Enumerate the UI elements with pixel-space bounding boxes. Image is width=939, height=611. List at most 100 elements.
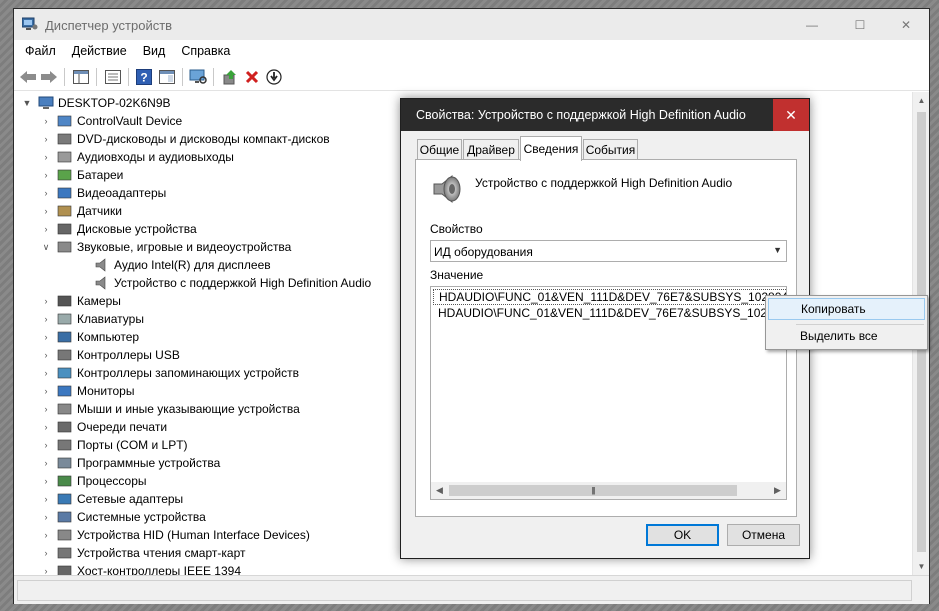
maximize-button[interactable]: ☐: [837, 9, 883, 40]
tab-driver[interactable]: Драйвер: [463, 139, 519, 160]
tree-item[interactable]: › Очереди печати: [41, 418, 168, 436]
expand-icon[interactable]: ›: [41, 458, 51, 468]
expand-icon[interactable]: ›: [41, 440, 51, 450]
dialog-title-bar[interactable]: Свойства: Устройство с поддержкой High D…: [401, 99, 809, 131]
tab-events[interactable]: События: [583, 139, 638, 160]
expand-icon[interactable]: ›: [41, 170, 51, 180]
storage-controller-icon: [57, 367, 72, 379]
scan-hardware-button[interactable]: [188, 67, 208, 87]
list-item[interactable]: HDAUDIO\FUNC_01&VEN_111D&DEV_76E7&SUBSYS…: [433, 289, 786, 305]
title-bar[interactable]: Диспетчер устройств — ☐ ✕: [14, 9, 929, 40]
mouse-icon: [57, 403, 72, 415]
copy-menu-item[interactable]: Копировать: [768, 298, 925, 320]
tree-item[interactable]: › Батареи: [41, 166, 124, 184]
expand-icon[interactable]: ›: [41, 386, 51, 396]
value-listbox[interactable]: HDAUDIO\FUNC_01&VEN_111D&DEV_76E7&SUBSYS…: [430, 286, 787, 500]
tree-child-item[interactable]: Устройство с поддержкой High Definition …: [94, 274, 371, 292]
expand-icon[interactable]: ›: [41, 476, 51, 486]
disable-device-button[interactable]: [264, 67, 284, 87]
scroll-down-icon[interactable]: ▼: [913, 558, 930, 575]
forward-button[interactable]: [39, 67, 59, 87]
usb-icon: [57, 349, 72, 361]
status-bar: [14, 575, 929, 604]
tree-item[interactable]: › ControlVault Device: [41, 112, 183, 130]
red-x-icon: [245, 70, 259, 84]
expand-icon[interactable]: ›: [41, 224, 51, 234]
scroll-right-icon[interactable]: ▶: [769, 482, 786, 499]
tree-item[interactable]: › Компьютер: [41, 328, 140, 346]
scroll-thumb[interactable]: |||: [449, 485, 737, 496]
tree-item[interactable]: › Камеры: [41, 292, 121, 310]
expand-icon[interactable]: ›: [41, 188, 51, 198]
expand-icon[interactable]: ›: [41, 206, 51, 216]
network-adapter-icon: [57, 493, 72, 505]
expand-icon[interactable]: ›: [41, 314, 51, 324]
tree-item[interactable]: ∨ Звуковые, игровые и видеоустройства: [41, 238, 292, 256]
close-window-button[interactable]: ✕: [883, 9, 929, 40]
menu-help[interactable]: Справка: [173, 44, 238, 58]
expand-icon[interactable]: ›: [41, 152, 51, 162]
expand-icon[interactable]: ›: [41, 296, 51, 306]
expand-icon[interactable]: ›: [41, 548, 51, 558]
show-hide-console-tree-button[interactable]: [71, 67, 91, 87]
scroll-up-icon[interactable]: ▲: [913, 92, 930, 109]
uninstall-device-button[interactable]: [242, 67, 262, 87]
scroll-left-icon[interactable]: ◀: [431, 482, 448, 499]
tree-child-item[interactable]: Аудио Intel(R) для дисплеев: [94, 256, 271, 274]
tree-item-label: Очереди печати: [77, 420, 168, 434]
tab-general[interactable]: Общие: [417, 139, 462, 160]
tree-item[interactable]: › Устройства чтения смарт-карт: [41, 544, 246, 562]
menu-view[interactable]: Вид: [135, 44, 174, 58]
tree-item[interactable]: › Клавиатуры: [41, 310, 144, 328]
monitor-icon: [57, 385, 72, 397]
tree-item[interactable]: › Сетевые адаптеры: [41, 490, 184, 508]
expand-icon[interactable]: ›: [41, 134, 51, 144]
list-item[interactable]: HDAUDIO\FUNC_01&VEN_111D&DEV_76E7&SUBSYS…: [433, 306, 786, 322]
menu-action[interactable]: Действие: [64, 44, 135, 58]
minimize-button[interactable]: —: [789, 9, 835, 40]
select-all-menu-item[interactable]: Выделить все: [768, 325, 925, 347]
tab-details[interactable]: Сведения: [520, 136, 582, 161]
expand-icon[interactable]: ›: [41, 368, 51, 378]
tree-item[interactable]: › Порты (COM и LPT): [41, 436, 188, 454]
tree-item[interactable]: › Мыши и иные указывающие устройства: [41, 400, 300, 418]
ok-button[interactable]: OK: [646, 524, 719, 546]
tree-root[interactable]: ▼ DESKTOP-02K6N9B: [22, 94, 171, 112]
expand-icon[interactable]: ›: [41, 404, 51, 414]
computer-icon: [57, 331, 72, 343]
tree-item[interactable]: › Мониторы: [41, 382, 135, 400]
expand-icon[interactable]: ›: [41, 350, 51, 360]
tree-item[interactable]: › Дисковые устройства: [41, 220, 197, 238]
property-select[interactable]: ИД оборудования ▼: [430, 240, 787, 262]
action-view-button[interactable]: [157, 67, 177, 87]
tree-item[interactable]: › Хост-контроллеры IEEE 1394: [41, 562, 241, 575]
tree-item[interactable]: › Контроллеры запоминающих устройств: [41, 364, 299, 382]
dialog-close-button[interactable]: ✕: [773, 99, 809, 131]
back-button[interactable]: [18, 67, 38, 87]
expand-icon[interactable]: ›: [41, 116, 51, 126]
tree-item[interactable]: › Видеоадаптеры: [41, 184, 167, 202]
tree-item[interactable]: › Контроллеры USB: [41, 346, 180, 364]
collapse-icon[interactable]: ▼: [22, 98, 32, 108]
tree-item[interactable]: › DVD-дисководы и дисководы компакт-диско…: [41, 130, 330, 148]
expand-icon[interactable]: ›: [41, 422, 51, 432]
update-driver-button[interactable]: [220, 67, 240, 87]
horizontal-scrollbar[interactable]: ◀ ||| ▶: [431, 482, 786, 499]
expand-icon[interactable]: ›: [41, 530, 51, 540]
properties-button[interactable]: [103, 67, 123, 87]
expand-icon[interactable]: ›: [41, 566, 51, 575]
menu-file[interactable]: Файл: [17, 44, 64, 58]
tree-item[interactable]: › Программные устройства: [41, 454, 221, 472]
tree-item[interactable]: › Аудиовходы и аудиовыходы: [41, 148, 234, 166]
tree-item[interactable]: › Устройства HID (Human Interface Devices…: [41, 526, 310, 544]
keyboard-icon: [57, 313, 72, 325]
collapse-icon[interactable]: ∨: [41, 242, 51, 253]
tree-item[interactable]: › Системные устройства: [41, 508, 206, 526]
cancel-button[interactable]: Отмена: [727, 524, 800, 546]
help-button[interactable]: ?: [134, 67, 154, 87]
expand-icon[interactable]: ›: [41, 332, 51, 342]
expand-icon[interactable]: ›: [41, 494, 51, 504]
tree-item[interactable]: › Датчики: [41, 202, 122, 220]
expand-icon[interactable]: ›: [41, 512, 51, 522]
tree-item[interactable]: › Процессоры: [41, 472, 147, 490]
